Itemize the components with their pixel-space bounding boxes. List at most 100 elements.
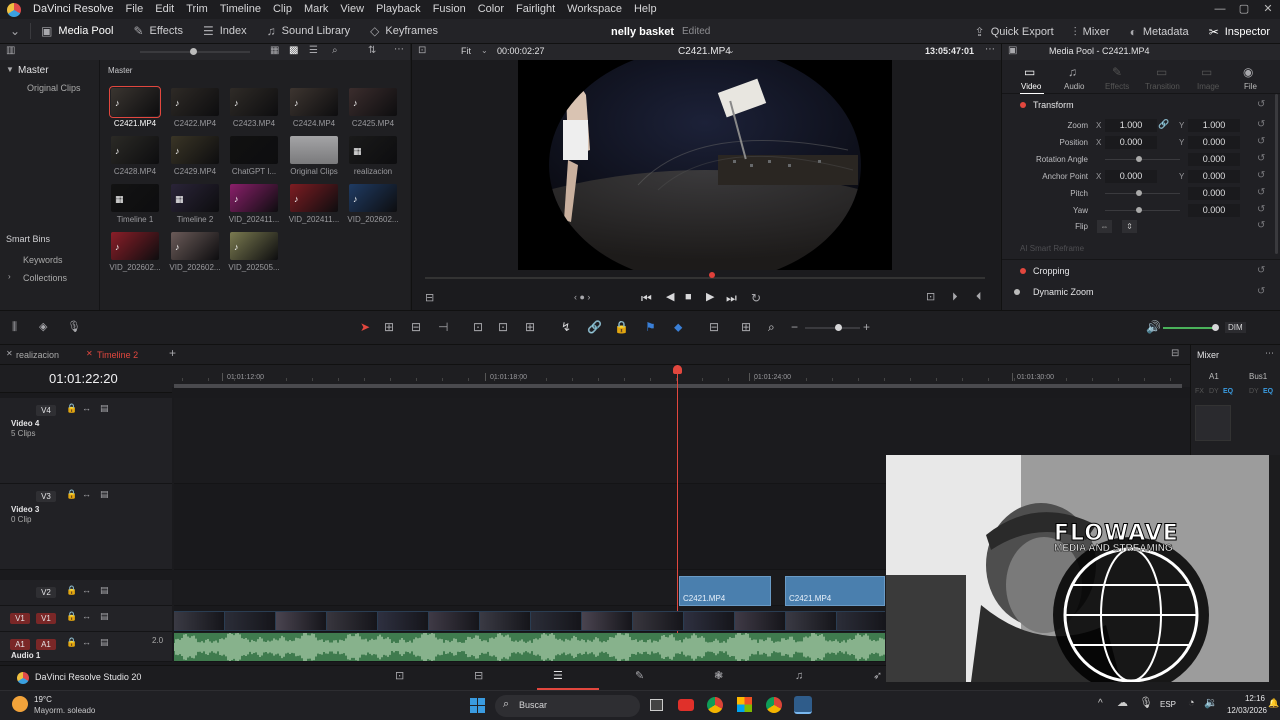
track-header[interactable]: V2 🔒 ↔ ▤ [0, 580, 172, 606]
clip-thumbnail[interactable]: ♪ [109, 86, 161, 118]
toggle-track-icon[interactable]: ▤ [100, 490, 109, 499]
clip-thumbnail[interactable]: ♪ [290, 88, 338, 116]
lock-icon[interactable]: 🔒 [66, 638, 77, 647]
zoom-custom-icon[interactable]: ⌕ [768, 321, 775, 333]
microphone-icon[interactable]: 🎙 [67, 322, 81, 333]
timeline-timecode[interactable]: 01:01:22:20 [49, 371, 118, 386]
menu-edit[interactable]: Edit [149, 0, 180, 19]
auto-select-icon[interactable]: ↔ [82, 404, 91, 413]
prev-marker-icon[interactable]: ⏴ [976, 292, 982, 303]
param-slider-handle[interactable] [1136, 207, 1142, 213]
eq-label[interactable]: EQ [1263, 388, 1273, 395]
network-tray-icon[interactable]: ☁ [1117, 698, 1128, 709]
timeline-zoom-handle[interactable] [835, 324, 842, 331]
index-button[interactable]: ☰ Index [193, 19, 257, 44]
clip-thumbnail[interactable]: ♪ [290, 184, 338, 212]
replace-clip-icon[interactable]: ⊞ [525, 321, 535, 333]
match-frame-icon[interactable]: ⊡ [926, 292, 935, 303]
lock-icon[interactable]: 🔒 [66, 404, 77, 413]
menu-mark[interactable]: Mark [298, 0, 334, 19]
clip-thumbnail[interactable]: ♪ [111, 136, 159, 164]
media-page-icon[interactable]: ⊡ [395, 671, 404, 682]
deliver-page-icon[interactable]: ➶ [873, 671, 882, 682]
audio-icon[interactable]: ◈ [39, 322, 47, 333]
zoom-slider-handle[interactable] [190, 48, 197, 55]
play-icon[interactable]: ▶ [706, 292, 714, 303]
link-icon[interactable]: 🔗 [587, 321, 602, 333]
track-tag[interactable]: V1 [36, 613, 56, 624]
language-indicator[interactable]: ESP [1160, 700, 1176, 709]
reset-icon[interactable]: ↺ [1257, 286, 1265, 297]
track-name[interactable]: Video 3 [11, 505, 39, 514]
zoom-out-icon[interactable]: − [791, 321, 798, 333]
timeline-zoom-slider[interactable] [805, 327, 860, 329]
bin-original-clips[interactable]: Original Clips [27, 83, 81, 93]
add-tab-icon[interactable]: + [169, 347, 176, 359]
link-icon[interactable]: 🔗 [1158, 120, 1169, 129]
volume-handle[interactable] [1212, 324, 1219, 331]
clip-thumbnail[interactable]: ▦ [171, 184, 219, 212]
lock-icon[interactable]: 🔒 [66, 612, 77, 621]
tab-timeline-2[interactable]: Timeline 2 [97, 350, 138, 360]
weather-text[interactable]: Mayorm. soleado [34, 706, 95, 715]
eq-label[interactable]: EQ [1223, 388, 1233, 395]
clip-thumbnail[interactable]: ▦ [111, 184, 159, 212]
param-x-value[interactable]: 1.000 [1105, 119, 1157, 132]
clip-thumbnail[interactable]: ♪ [171, 136, 219, 164]
close-tab-icon[interactable]: ✕ [6, 350, 13, 358]
more-options-icon[interactable]: ⋯ [1265, 349, 1274, 358]
notifications-icon[interactable]: 🔔 [1268, 699, 1279, 708]
image-tab-icon[interactable]: ▭ [1201, 66, 1212, 78]
list-view-icon[interactable]: ☰ [309, 46, 318, 56]
ms-store-icon[interactable] [737, 697, 752, 712]
param-slider-handle[interactable] [1136, 156, 1142, 162]
go-to-end-icon[interactable]: ⏭ [726, 292, 737, 304]
flip-horizontal-button[interactable]: ⇔ [1097, 220, 1112, 233]
source-track-tag[interactable]: V1 [10, 613, 30, 624]
param-value[interactable]: 0.000 [1188, 153, 1240, 166]
tab-effects[interactable]: Effects [1105, 82, 1129, 91]
overwrite-clip-icon[interactable]: ⊡ [498, 321, 508, 333]
sort-icon[interactable]: ⇅ [368, 46, 376, 56]
clip-thumbnail[interactable]: ♪ [349, 184, 397, 212]
clip-thumbnail[interactable] [230, 136, 278, 164]
clip-thumbnail[interactable]: ♪ [171, 88, 219, 116]
insert-clip-icon[interactable]: ⊡ [473, 321, 483, 333]
clip-thumbnail[interactable]: ♪ [230, 232, 278, 260]
dynamic-trim-icon[interactable]: ⊟ [411, 321, 421, 333]
param-slider[interactable] [1105, 159, 1180, 160]
tray-chevron-icon[interactable]: ^ [1098, 699, 1103, 709]
speaker-icon[interactable]: 🔊 [1146, 321, 1161, 333]
reset-icon[interactable]: ↺ [1257, 220, 1265, 231]
color-page-icon[interactable]: ❃ [714, 671, 723, 682]
snapping-icon[interactable]: ↯ [561, 321, 571, 333]
reset-icon[interactable]: ↺ [1257, 153, 1265, 164]
reset-icon[interactable]: ↺ [1257, 170, 1265, 181]
tab-file[interactable]: File [1244, 82, 1257, 91]
audio-tab-icon[interactable]: ♫ [1068, 66, 1077, 78]
weather-temp[interactable]: 19°C [34, 695, 52, 704]
metadata-button[interactable]: ◐ Metadata [1120, 19, 1199, 44]
viewer-video-frame[interactable] [518, 60, 892, 270]
reverse-play-icon[interactable]: ◀ [666, 292, 674, 303]
viewer-scrubber[interactable] [425, 277, 985, 279]
prev-edit-icon[interactable]: ‹ ● › [574, 293, 590, 302]
menu-fusion[interactable]: Fusion [427, 0, 472, 19]
chevron-down-icon[interactable]: ⌄ [728, 47, 735, 55]
selection-tool-icon[interactable]: ➤ [360, 321, 370, 333]
clip-thumbnail[interactable] [290, 136, 338, 164]
volume-tray-icon[interactable]: 🔉 [1204, 698, 1218, 709]
search-icon[interactable]: ⌕ [332, 46, 338, 56]
clip-thumbnail[interactable]: ▦ [349, 136, 397, 164]
auto-select-icon[interactable]: ↔ [82, 490, 91, 499]
reset-icon[interactable]: ↺ [1257, 119, 1265, 130]
weather-icon[interactable] [12, 696, 28, 712]
v1-clip-strip[interactable] [174, 611, 887, 631]
close-icon[interactable]: ✕ [1256, 0, 1280, 19]
volume-slider[interactable] [1163, 327, 1215, 329]
viewer-clip-name[interactable]: C2421.MP4 [678, 46, 731, 57]
dy-label[interactable]: DY [1209, 388, 1219, 395]
reset-icon[interactable]: ↺ [1257, 136, 1265, 147]
layout-icon[interactable]: ⫼ [12, 322, 17, 333]
lock-icon[interactable]: 🔒 [614, 321, 629, 333]
